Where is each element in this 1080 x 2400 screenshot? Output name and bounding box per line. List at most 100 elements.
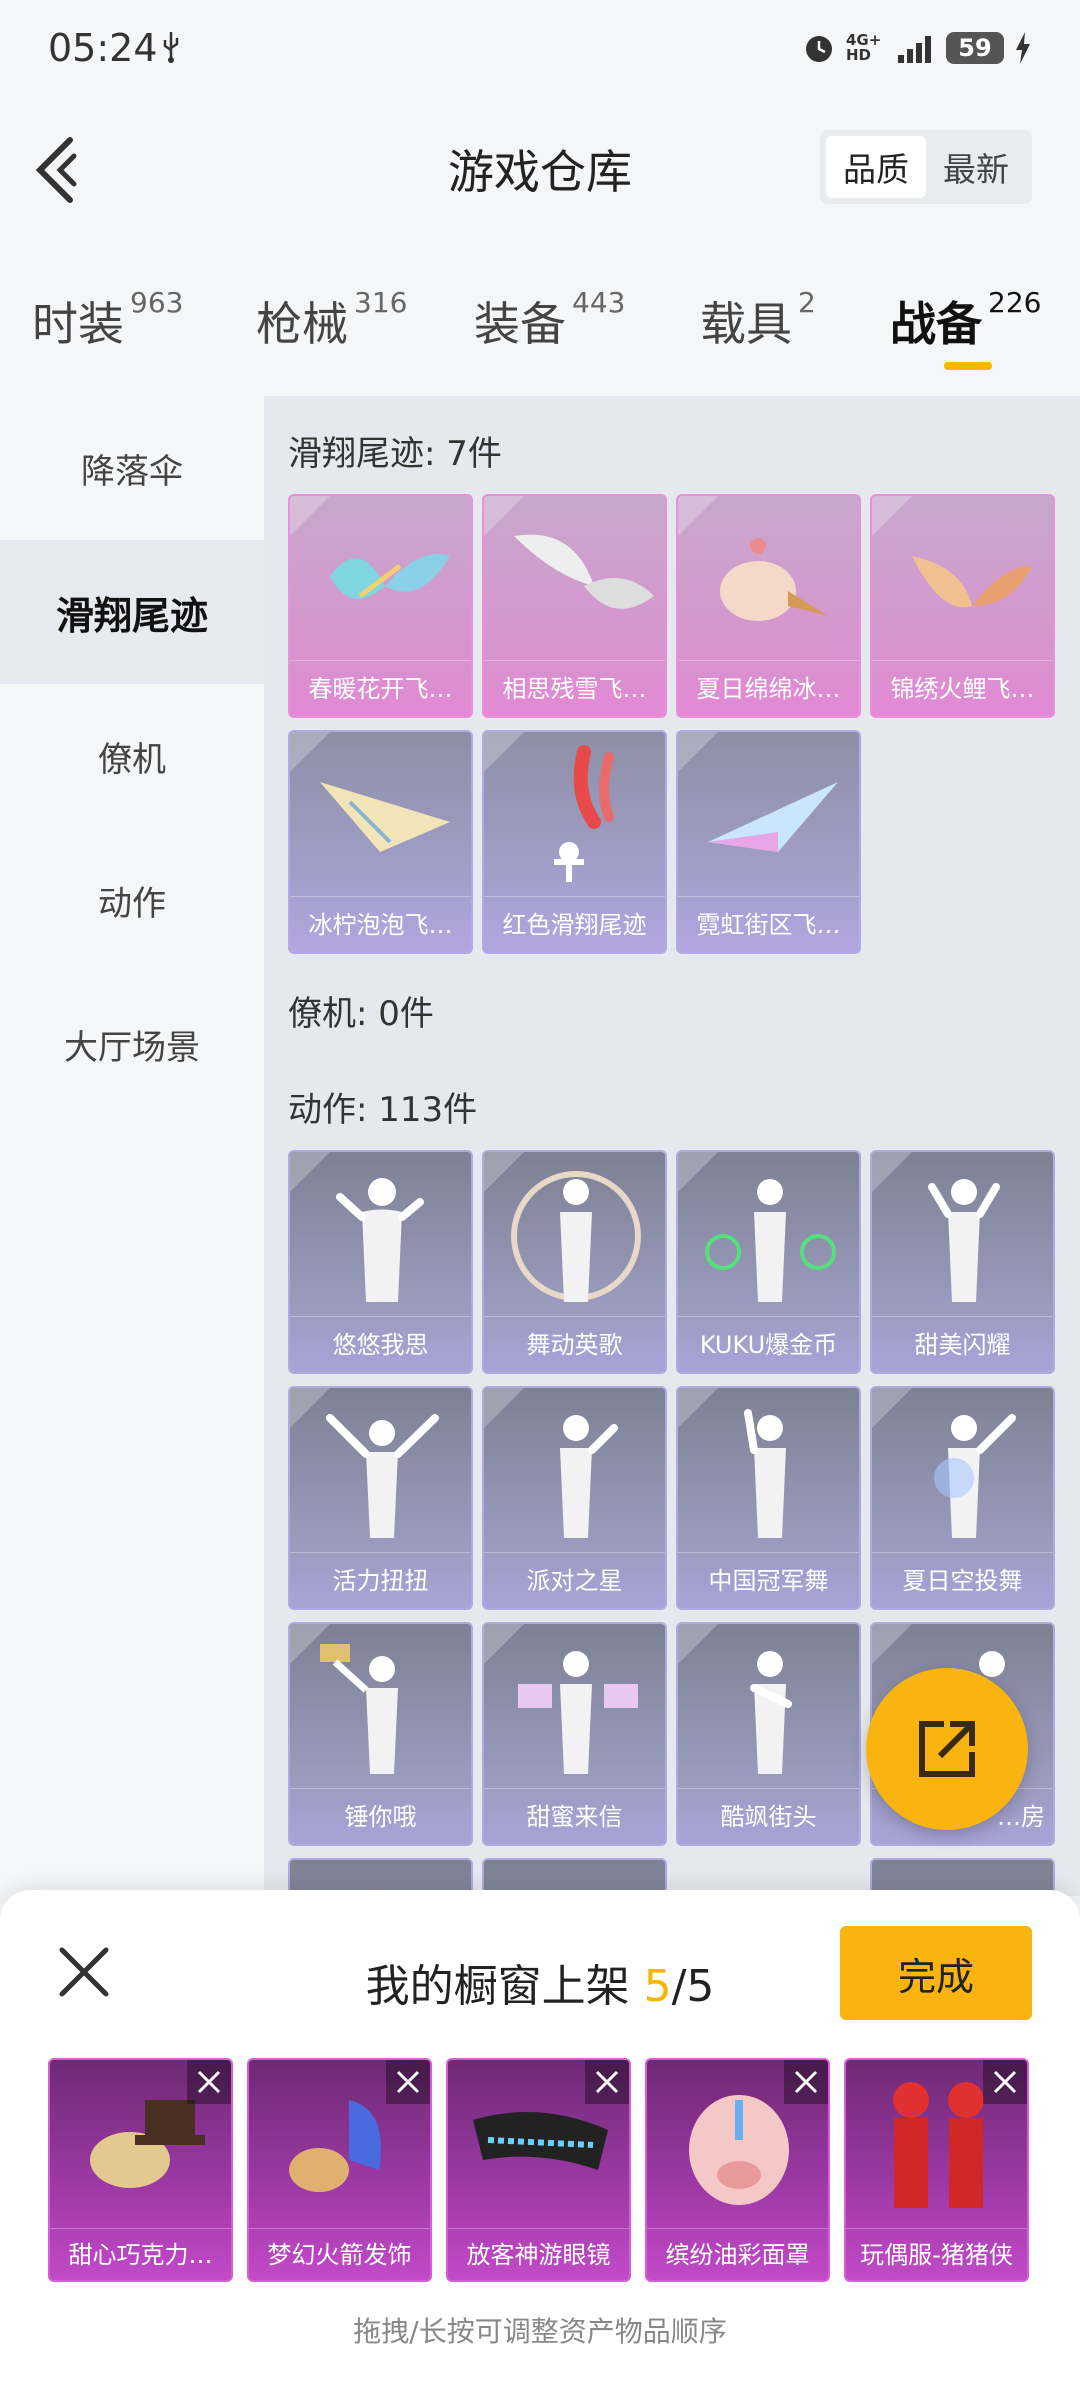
showcase-item[interactable]: 玩偶服-猪猪侠: [844, 2058, 1029, 2282]
item-name: 锤你哦: [290, 1788, 471, 1844]
sidebar-item-parachute[interactable]: 降落伞: [0, 396, 264, 540]
close-icon: [396, 2070, 420, 2094]
sidebar-item-glide-trail[interactable]: 滑翔尾迹: [0, 540, 264, 684]
item-name: 甜心巧克力…: [50, 2228, 231, 2280]
item-name: 悠悠我思: [290, 1316, 471, 1372]
butterfly-icon: [330, 554, 450, 599]
tab-equipment[interactable]: 装备 443: [474, 286, 625, 354]
item-card[interactable]: 甜蜜来信: [482, 1622, 667, 1846]
sidebar: 降落伞 滑翔尾迹 僚机 动作 大厅场景: [0, 396, 264, 1896]
remove-item-button[interactable]: [784, 2060, 828, 2104]
hammer-icon: [320, 1644, 398, 1774]
close-icon: [197, 2070, 221, 2094]
showcase-sheet: 我的橱窗上架 5/5 完成 甜心巧克力… 梦幻火箭发饰 放客神游眼镜 缤纷油彩面…: [0, 1890, 1080, 2400]
ice-cream-icon: [720, 538, 828, 621]
dancer-icon: [934, 1414, 1016, 1538]
remove-item-button[interactable]: [585, 2060, 629, 2104]
item-card[interactable]: 中国冠军舞: [676, 1386, 861, 1610]
dancer-icon: [560, 1415, 618, 1538]
item-name: 放客神游眼镜: [448, 2228, 629, 2280]
done-button[interactable]: 完成: [840, 1926, 1032, 2020]
active-tab-indicator: [944, 362, 992, 370]
dancer-icon: [511, 1171, 641, 1302]
paper-plane-icon: [708, 782, 838, 852]
tab-fashion[interactable]: 时装 963: [32, 286, 184, 354]
item-card[interactable]: 锤你哦: [288, 1622, 473, 1846]
sort-by-newest[interactable]: 最新: [926, 136, 1026, 198]
item-name: 梦幻火箭发饰: [249, 2228, 430, 2280]
tab-battle-prep[interactable]: 战备 226: [890, 286, 1042, 354]
item-name: 活力扭扭: [290, 1552, 471, 1608]
red-smoke-icon: [554, 745, 614, 882]
item-card[interactable]: 锦绣火鲤飞…: [870, 494, 1055, 718]
item-card[interactable]: 甜美闪耀: [870, 1150, 1055, 1374]
share-button[interactable]: [866, 1668, 1028, 1830]
battery-indicator: 59: [946, 32, 1004, 64]
tab-label: 枪械: [256, 297, 348, 351]
item-name: 锦绣火鲤飞…: [872, 660, 1053, 716]
item-name: 玩偶服-猪猪侠: [846, 2228, 1027, 2280]
item-card[interactable]: 霓虹街区飞…: [676, 730, 861, 954]
dancer-icon: [336, 1178, 424, 1302]
network-type: 4G+ HD: [846, 31, 882, 64]
item-name: 甜美闪耀: [872, 1316, 1053, 1372]
item-card[interactable]: 夏日绵绵冰…: [676, 494, 861, 718]
item-card[interactable]: 春暖花开飞…: [288, 494, 473, 718]
sidebar-item-emote[interactable]: 动作: [0, 828, 264, 972]
item-name: 中国冠军舞: [678, 1552, 859, 1608]
money-bag-icon: [705, 1179, 836, 1302]
item-card[interactable]: 舞动英歌: [482, 1150, 667, 1374]
tab-guns[interactable]: 枪械 316: [256, 286, 408, 354]
showcase-item[interactable]: 梦幻火箭发饰: [247, 2058, 432, 2282]
tab-label: 载具: [700, 297, 792, 351]
tab-count: 2: [798, 286, 816, 319]
sidebar-item-wingman[interactable]: 僚机: [0, 684, 264, 828]
tab-count: 226: [988, 286, 1042, 319]
item-name: 霓虹街区飞…: [678, 896, 859, 952]
tab-label: 时装: [32, 297, 124, 351]
section-title-glide: 滑翔尾迹: 7件: [288, 434, 502, 474]
sort-by-quality[interactable]: 品质: [826, 136, 926, 198]
showcase-item[interactable]: 放客神游眼镜: [446, 2058, 631, 2282]
item-card[interactable]: 活力扭扭: [288, 1386, 473, 1610]
sidebar-item-lobby-scene[interactable]: 大厅场景: [0, 972, 264, 1116]
warehouse-page: 05:24 4G+ HD 59 游戏仓库 品质 最新 时装 963 枪械 316…: [0, 0, 1080, 2400]
sheet-title-text: 我的橱窗上架: [365, 1961, 644, 2012]
item-card[interactable]: 派对之星: [482, 1386, 667, 1610]
item-card[interactable]: KUKU爆金币: [676, 1150, 861, 1374]
dancer-icon: [928, 1179, 1000, 1302]
sort-toggle: 品质 最新: [820, 130, 1032, 204]
section-title-emote: 动作: 113件: [288, 1090, 478, 1130]
item-card[interactable]: 夏日空投舞: [870, 1386, 1055, 1610]
item-name: KUKU爆金币: [678, 1316, 859, 1372]
item-card[interactable]: 悠悠我思: [288, 1150, 473, 1374]
tab-count: 316: [354, 286, 408, 319]
dancer-icon: [744, 1409, 786, 1538]
close-icon: [993, 2070, 1017, 2094]
item-name: 春暖花开飞…: [290, 660, 471, 716]
remove-item-button[interactable]: [187, 2060, 231, 2104]
alarm-icon: [806, 36, 832, 62]
remove-item-button[interactable]: [983, 2060, 1027, 2104]
tab-count: 963: [130, 286, 184, 319]
showcase-count-current: 5: [643, 1961, 672, 2012]
share-icon: [919, 1721, 975, 1777]
item-name: 夏日空投舞: [872, 1552, 1053, 1608]
close-icon: [595, 2070, 619, 2094]
tab-vehicles[interactable]: 载具 2: [700, 286, 816, 354]
item-name: 缤纷油彩面罩: [647, 2228, 828, 2280]
wing-icon: [514, 534, 654, 609]
item-card[interactable]: 冰柠泡泡飞…: [288, 730, 473, 954]
showcase-item[interactable]: 甜心巧克力…: [48, 2058, 233, 2282]
item-name: 舞动英歌: [484, 1316, 665, 1372]
dancer-icon: [750, 1651, 792, 1774]
item-card[interactable]: 红色滑翔尾迹: [482, 730, 667, 954]
close-icon: [794, 2070, 818, 2094]
showcase-item[interactable]: 缤纷油彩面罩: [645, 2058, 830, 2282]
dancer-icon: [326, 1414, 439, 1538]
item-card[interactable]: 酷飒街头: [676, 1622, 861, 1846]
item-name: 甜蜜来信: [484, 1788, 665, 1844]
status-icons: 4G+ HD 59: [802, 28, 1032, 68]
item-card[interactable]: 相思残雪飞…: [482, 494, 667, 718]
remove-item-button[interactable]: [386, 2060, 430, 2104]
